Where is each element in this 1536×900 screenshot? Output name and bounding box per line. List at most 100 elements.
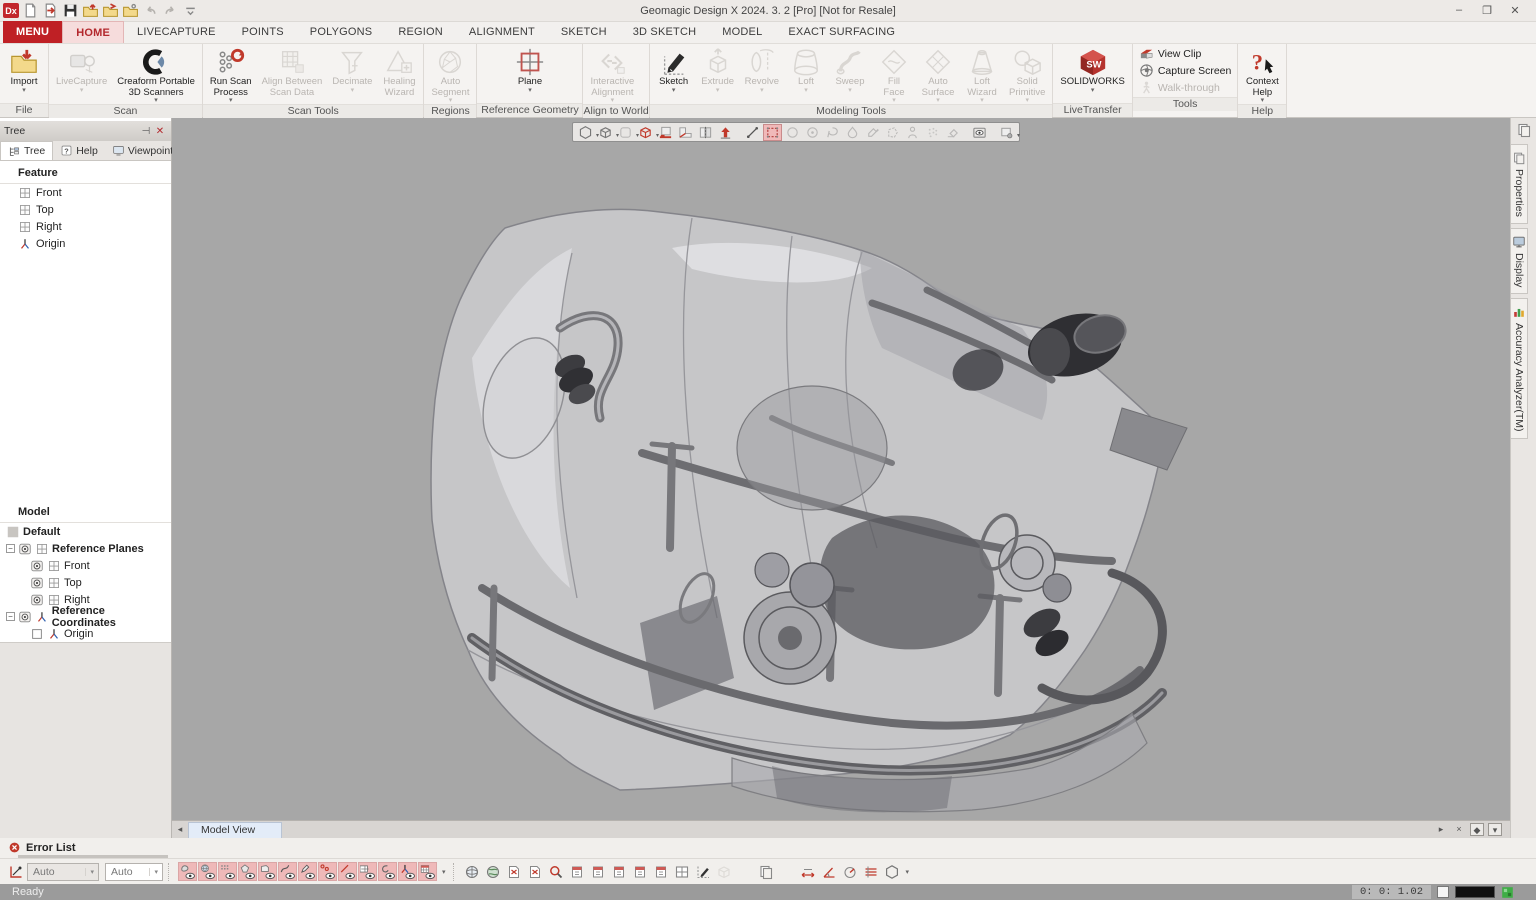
healing-wizard-button[interactable]: Healing Wizard▾: [377, 45, 421, 104]
select-ellipse-icon[interactable]: [803, 124, 822, 141]
panel-tab-accuracy-analyzer[interactable]: Accuracy Analyzer(TM): [1511, 298, 1528, 439]
selection-filter-combo[interactable]: Auto▾: [27, 863, 99, 881]
model-item-top[interactable]: Top: [0, 574, 171, 591]
measure-angle-icon[interactable]: [820, 862, 839, 881]
undo-icon[interactable]: [142, 2, 159, 19]
visibility-eye-icon[interactable]: [30, 576, 44, 590]
tab-points[interactable]: POINTS: [229, 21, 297, 43]
select-flood-icon[interactable]: [843, 124, 862, 141]
tab-sketch[interactable]: SKETCH: [548, 21, 620, 43]
sweep-button[interactable]: Sweep▾: [828, 45, 872, 104]
show-point-cloud-toggle[interactable]: [218, 862, 237, 881]
more-tools-icon[interactable]: ▾: [904, 868, 912, 876]
creaform-scanners-button[interactable]: Creaform Portable 3D Scanners▾: [112, 45, 200, 104]
sketch-button[interactable]: Sketch▾: [652, 45, 696, 104]
view-list-dropdown-icon[interactable]: ▾: [1488, 823, 1502, 836]
select-circle-icon[interactable]: [783, 124, 802, 141]
clipping-cube-icon[interactable]: ▾: [636, 124, 655, 141]
solid-primitive-button[interactable]: Solid Primitive▾: [1004, 45, 1050, 104]
app-logo[interactable]: Dx: [3, 3, 19, 18]
tree-item-top[interactable]: Top: [0, 201, 171, 218]
show-world-toggle[interactable]: [198, 862, 217, 881]
panel-tab-tree[interactable]: Tree: [0, 141, 53, 160]
view-clip-button[interactable]: View Clip: [1139, 46, 1232, 61]
tree-item-front[interactable]: Front: [0, 184, 171, 201]
model-3d-view[interactable]: [172, 118, 1510, 820]
background-color-swatch[interactable]: [1437, 886, 1449, 898]
tab-3d-sketch[interactable]: 3D SKETCH: [620, 21, 710, 43]
flip-plane-view-icon[interactable]: [676, 124, 695, 141]
show-surface-body-toggle[interactable]: [258, 862, 277, 881]
pin-icon[interactable]: ⊣: [139, 126, 153, 137]
tab-region[interactable]: REGION: [385, 21, 456, 43]
zoom-area-icon[interactable]: [547, 862, 566, 881]
top-view-icon[interactable]: [652, 862, 671, 881]
walkthrough-view-icon[interactable]: [715, 862, 734, 881]
show-measurement-toggle[interactable]: [378, 862, 397, 881]
save-icon[interactable]: [62, 2, 79, 19]
loft-wizard-button[interactable]: Loft Wizard▾: [960, 45, 1004, 104]
visibility-eye-icon[interactable]: [30, 627, 44, 641]
loft-button[interactable]: Loft▾: [784, 45, 828, 104]
open-settings-icon[interactable]: [122, 2, 139, 19]
shading-mode-icon[interactable]: ▾: [576, 124, 595, 141]
redo-icon[interactable]: [162, 2, 179, 19]
panel-tab-viewpoint[interactable]: Viewpoint: [105, 141, 180, 160]
panel-dock-icon[interactable]: [1515, 122, 1533, 138]
open-file-icon[interactable]: [102, 2, 119, 19]
orbit-view-icon[interactable]: [484, 862, 503, 881]
tab-livecapture[interactable]: LIVECAPTURE: [124, 21, 229, 43]
extrude-button[interactable]: Extrude▾: [696, 45, 740, 104]
show-table-toggle[interactable]: [418, 862, 437, 881]
visibility-eye-icon[interactable]: [18, 542, 32, 556]
tab-polygons[interactable]: POLYGONS: [297, 21, 386, 43]
measure-mesh-deviation-icon[interactable]: [883, 862, 902, 881]
view-options-icon[interactable]: ▾: [997, 124, 1016, 141]
selection-filter-icon[interactable]: [6, 862, 25, 881]
select-custom-region-icon[interactable]: [903, 124, 922, 141]
viewport-layout-icon[interactable]: [673, 862, 692, 881]
model-item-reference-planes[interactable]: − Reference Planes: [0, 540, 171, 557]
model-item-default[interactable]: Default: [0, 523, 171, 540]
model-view-tab[interactable]: Model View: [188, 822, 282, 839]
visibility-eye-icon[interactable]: [30, 559, 44, 573]
select-paintbrush-icon[interactable]: [863, 124, 882, 141]
show-mesh-toggle[interactable]: [178, 862, 197, 881]
tab-home[interactable]: HOME: [62, 21, 124, 43]
select-extend-icon[interactable]: [943, 124, 962, 141]
visibility-toggle-icon[interactable]: [970, 124, 989, 141]
revolve-button[interactable]: Revolve▾: [740, 45, 784, 104]
left-view-icon[interactable]: [610, 862, 629, 881]
tab-model[interactable]: MODEL: [709, 21, 775, 43]
show-coordinate-toggle[interactable]: [398, 862, 417, 881]
visibility-eye-icon[interactable]: [18, 610, 32, 624]
tree-expander[interactable]: −: [6, 544, 15, 553]
visibility-eye-icon[interactable]: [30, 593, 44, 607]
scroll-tabs-right-icon[interactable]: ▸: [1434, 823, 1448, 836]
toolbar-separator[interactable]: [736, 862, 755, 881]
panel-tab-help[interactable]: ? Help: [53, 141, 105, 160]
tree-item-right[interactable]: Right: [0, 218, 171, 235]
livecapture-button[interactable]: LiveCapture▾: [51, 45, 112, 104]
auto-segment-button[interactable]: Auto Segment▾: [426, 45, 474, 104]
show-point-toggle[interactable]: [318, 862, 337, 881]
show-region-toggle[interactable]: [238, 862, 257, 881]
auto-surface-button[interactable]: Auto Surface▾: [916, 45, 960, 104]
maximize-button[interactable]: ❐: [1480, 4, 1494, 17]
model-item-reference-coordinates[interactable]: − Reference Coordinates: [0, 608, 171, 625]
plane-button[interactable]: Plane▾: [508, 45, 552, 103]
select-spray-icon[interactable]: [923, 124, 942, 141]
run-scan-process-button[interactable]: Run Scan Process▾: [205, 45, 257, 104]
panel-tab-properties[interactable]: Properties: [1511, 144, 1528, 224]
show-inspector-toggle[interactable]: [358, 862, 377, 881]
measure-radius-icon[interactable]: [841, 862, 860, 881]
measure-distance-icon[interactable]: [799, 862, 818, 881]
select-rectangle-icon[interactable]: [763, 124, 782, 141]
open-recent-icon[interactable]: [82, 2, 99, 19]
toolbar-separator[interactable]: [778, 862, 797, 881]
show-curve-toggle[interactable]: [278, 862, 297, 881]
rotate-view-icon[interactable]: [463, 862, 482, 881]
new-file-icon[interactable]: [22, 2, 39, 19]
select-polygon-icon[interactable]: [883, 124, 902, 141]
align-between-scan-data-button[interactable]: Align Between Scan Data▾: [257, 45, 328, 104]
